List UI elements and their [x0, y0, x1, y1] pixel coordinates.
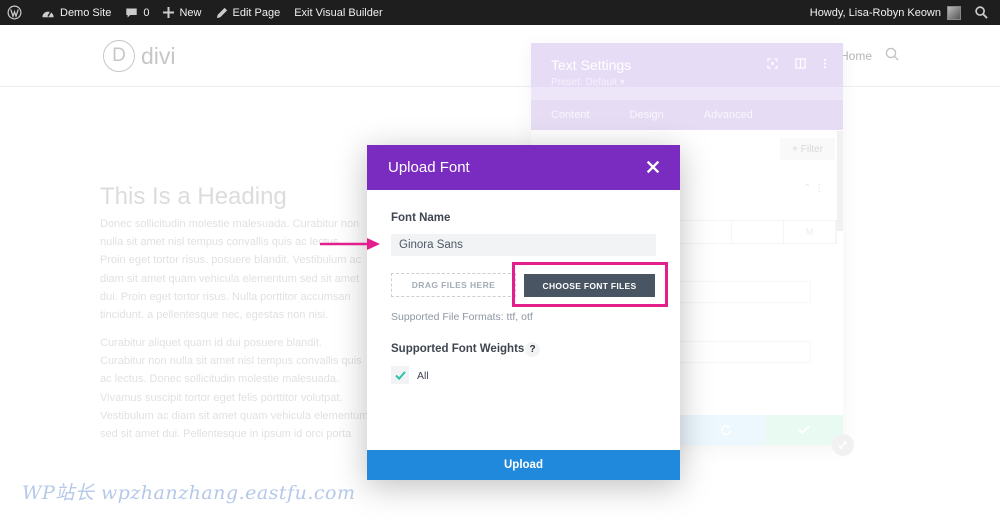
new-content-link[interactable]: New — [156, 0, 208, 25]
modal-header: Upload Font — [367, 145, 680, 190]
supported-formats-text: Supported File Formats: ttf, otf — [391, 311, 533, 323]
help-icon[interactable]: ? — [525, 342, 540, 357]
split-view-icon[interactable] — [795, 58, 806, 69]
logo-text: divi — [141, 42, 176, 69]
nav-search-button[interactable] — [885, 47, 899, 66]
checkmark-icon — [394, 370, 406, 380]
site-logo[interactable]: D divi — [103, 40, 176, 72]
user-account-menu[interactable]: Howdy, Lisa-Robyn Keown — [803, 0, 968, 25]
font-name-input[interactable] — [391, 234, 656, 256]
edit-page-link[interactable]: Edit Page — [209, 0, 288, 25]
site-name: Demo Site — [60, 6, 112, 19]
plus-icon — [163, 7, 175, 18]
watermark: WP站长 wpzhanzhang.eastfu.com — [22, 482, 356, 504]
site-name-link[interactable]: Demo Site — [34, 0, 118, 25]
site-header: D divi Home — [0, 25, 1000, 87]
logo-mark: D — [103, 40, 135, 72]
user-greeting: Howdy, Lisa-Robyn Keown — [809, 6, 941, 19]
drag-files-drop-zone[interactable]: DRAG FILES HERE — [391, 273, 516, 297]
logo-letter: D — [112, 45, 126, 66]
font-weights-label: Supported Font Weights — [391, 343, 525, 355]
edit-page-label: Edit Page — [232, 6, 281, 19]
comments-count: 0 — [143, 6, 150, 19]
font-name-label: Font Name — [391, 212, 451, 224]
search-icon — [975, 6, 988, 19]
new-label: New — [179, 6, 202, 19]
weight-all-label: All — [417, 370, 429, 382]
exit-builder-label: Exit Visual Builder — [294, 6, 383, 19]
weight-all-checkbox[interactable] — [391, 366, 409, 384]
nav-home-link[interactable]: Home — [840, 49, 872, 63]
annotation-arrow-icon — [320, 238, 380, 250]
annotation-highlight-box — [512, 262, 668, 307]
upload-font-modal: Upload Font Font Name DRAG FILES HERE CH… — [367, 145, 680, 480]
comments-link[interactable]: 0 — [118, 0, 156, 25]
comment-icon — [126, 7, 138, 18]
admin-bar: Demo Site 0 New Edit Page Exit Visual Bu… — [0, 0, 1000, 25]
upload-button[interactable]: Upload — [367, 450, 680, 480]
avatar — [947, 5, 961, 20]
more-options-icon[interactable] — [823, 58, 827, 69]
dashboard-icon — [42, 10, 54, 17]
exit-visual-builder-link[interactable]: Exit Visual Builder — [287, 0, 389, 25]
search-icon — [885, 47, 899, 61]
admin-search-button[interactable] — [968, 0, 1000, 25]
pencil-icon — [216, 7, 227, 18]
modal-title: Upload Font — [388, 159, 470, 176]
close-icon[interactable] — [645, 159, 661, 175]
wordpress-logo-icon[interactable] — [0, 0, 34, 25]
fullscreen-icon[interactable] — [767, 58, 778, 69]
